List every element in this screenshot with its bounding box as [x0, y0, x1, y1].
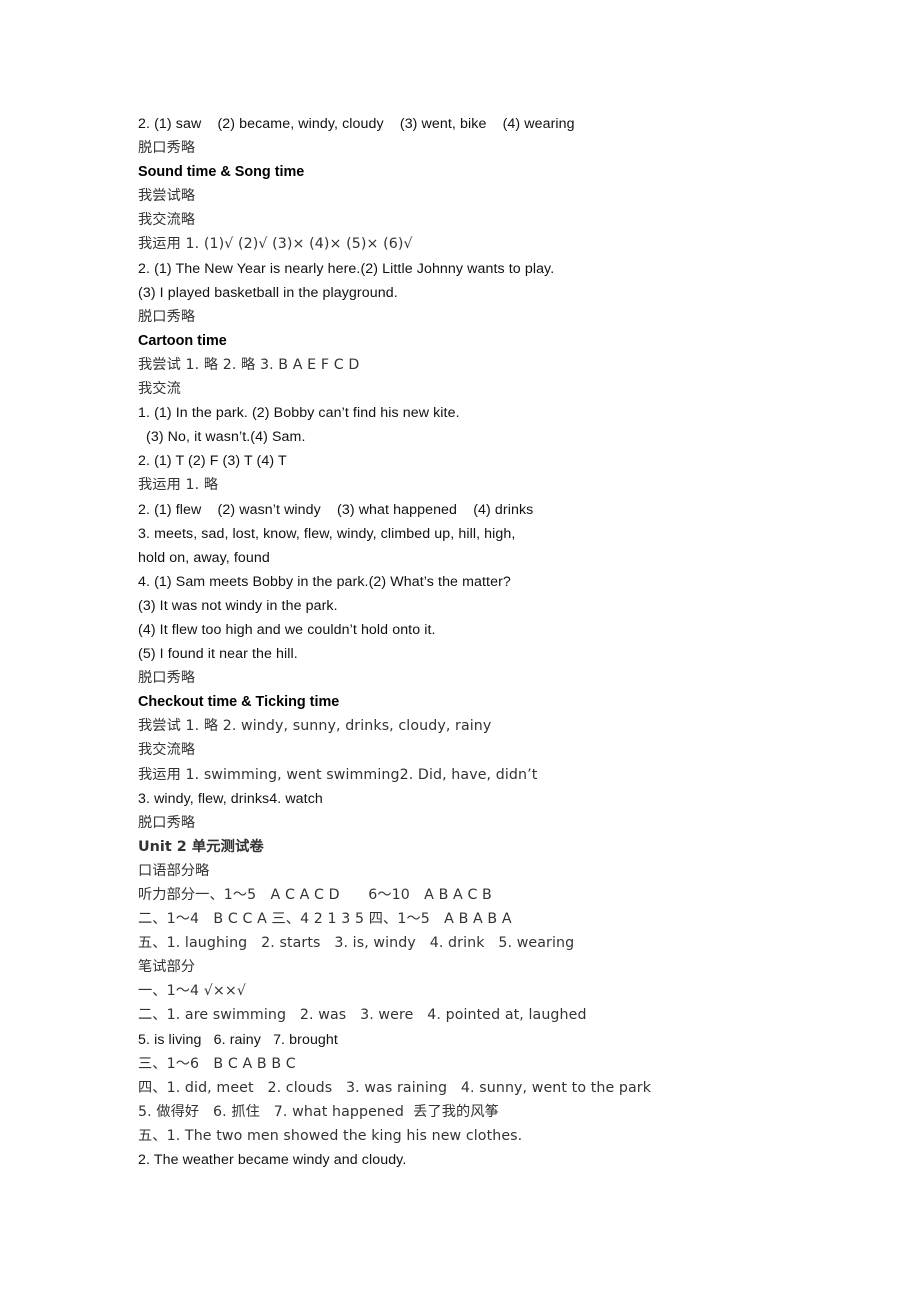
answer-key-body: 2. (1) saw (2) became, windy, cloudy (3)…: [138, 112, 838, 1172]
text-line: 脱口秀略: [138, 670, 196, 687]
text-line: (3) It was not windy in the park.: [138, 597, 338, 614]
text-line: 五、1. The two men showed the king his new…: [138, 1127, 523, 1144]
text-line: 脱口秀略: [138, 814, 196, 831]
text-line: 2. The weather became windy and cloudy.: [138, 1152, 407, 1169]
text-line: 4. (1) Sam meets Bobby in the park.(2) W…: [138, 573, 511, 590]
text-line: 我交流略: [138, 742, 196, 759]
text-line: 一、1～4 √××√: [138, 983, 246, 1000]
text-line: 5. 做得好 6. 抓住 7. what happened 丢了我的风筝: [138, 1103, 499, 1120]
text-line: 我运用 1. 略: [138, 477, 219, 494]
text-line: (3) No, it wasn’t.(4) Sam.: [146, 429, 306, 446]
text-line: 我尝试 1. 略 2. 略 3. B A E F C D: [138, 356, 360, 373]
section-heading: Sound time & Song time: [138, 164, 305, 181]
text-line: 3. meets, sad, lost, know, flew, windy, …: [138, 525, 516, 542]
text-line: 三、1～6 B C A B B C: [138, 1055, 296, 1072]
text-line: 我交流略: [138, 212, 196, 229]
text-line: 口语部分略: [138, 862, 210, 879]
section-heading: Cartoon time: [138, 332, 227, 349]
text-line: 我运用 1. (1)√ (2)√ (3)× (4)× (5)× (6)√: [138, 236, 413, 253]
text-line: 脱口秀略: [138, 308, 196, 325]
text-line: 笔试部分: [138, 959, 196, 976]
unit-heading: Unit 2 单元测试卷: [138, 838, 264, 855]
text-line: 2. (1) saw (2) became, windy, cloudy (3)…: [138, 116, 575, 132]
section-heading: Checkout time & Ticking time: [138, 694, 340, 711]
document-page: 2. (1) saw (2) became, windy, cloudy (3)…: [0, 0, 920, 1302]
text-line: 我尝试略: [138, 188, 196, 205]
text-line: hold on, away, found: [138, 549, 270, 566]
text-line: (3) I played basketball in the playgroun…: [138, 284, 398, 301]
text-line: 脱口秀略: [138, 140, 196, 157]
text-line: (5) I found it near the hill.: [138, 646, 298, 663]
text-line: 我运用 1. swimming, went swimming2. Did, ha…: [138, 766, 538, 783]
text-line: 二、1～4 B C C A 三、4 2 1 3 5 四、1～5 A B A B …: [138, 911, 512, 928]
text-line: 我交流: [138, 381, 181, 398]
text-line: 听力部分一、1～5 A C A C D 6～10 A B A C B: [138, 887, 492, 903]
text-line: 我尝试 1. 略 2. windy, sunny, drinks, cloudy…: [138, 718, 492, 735]
text-line: 二、1. are swimming 2. was 3. were 4. poin…: [138, 1007, 587, 1024]
text-line: 2. (1) T (2) F (3) T (4) T: [138, 453, 287, 470]
text-line: 2. (1) The New Year is nearly here.(2) L…: [138, 260, 555, 277]
text-line: 五、1. laughing 2. starts 3. is, windy 4. …: [138, 935, 575, 952]
text-line: 四、1. did, meet 2. clouds 3. was raining …: [138, 1079, 652, 1096]
text-line: 5. is living 6. rainy 7. brought: [138, 1031, 338, 1048]
text-line: 2. (1) flew (2) wasn’t windy (3) what ha…: [138, 501, 534, 518]
text-line: (4) It flew too high and we couldn’t hol…: [138, 621, 436, 638]
text-line: 3. windy, flew, drinks4. watch: [138, 790, 323, 807]
text-line: 1. (1) In the park. (2) Bobby can’t find…: [138, 405, 460, 422]
